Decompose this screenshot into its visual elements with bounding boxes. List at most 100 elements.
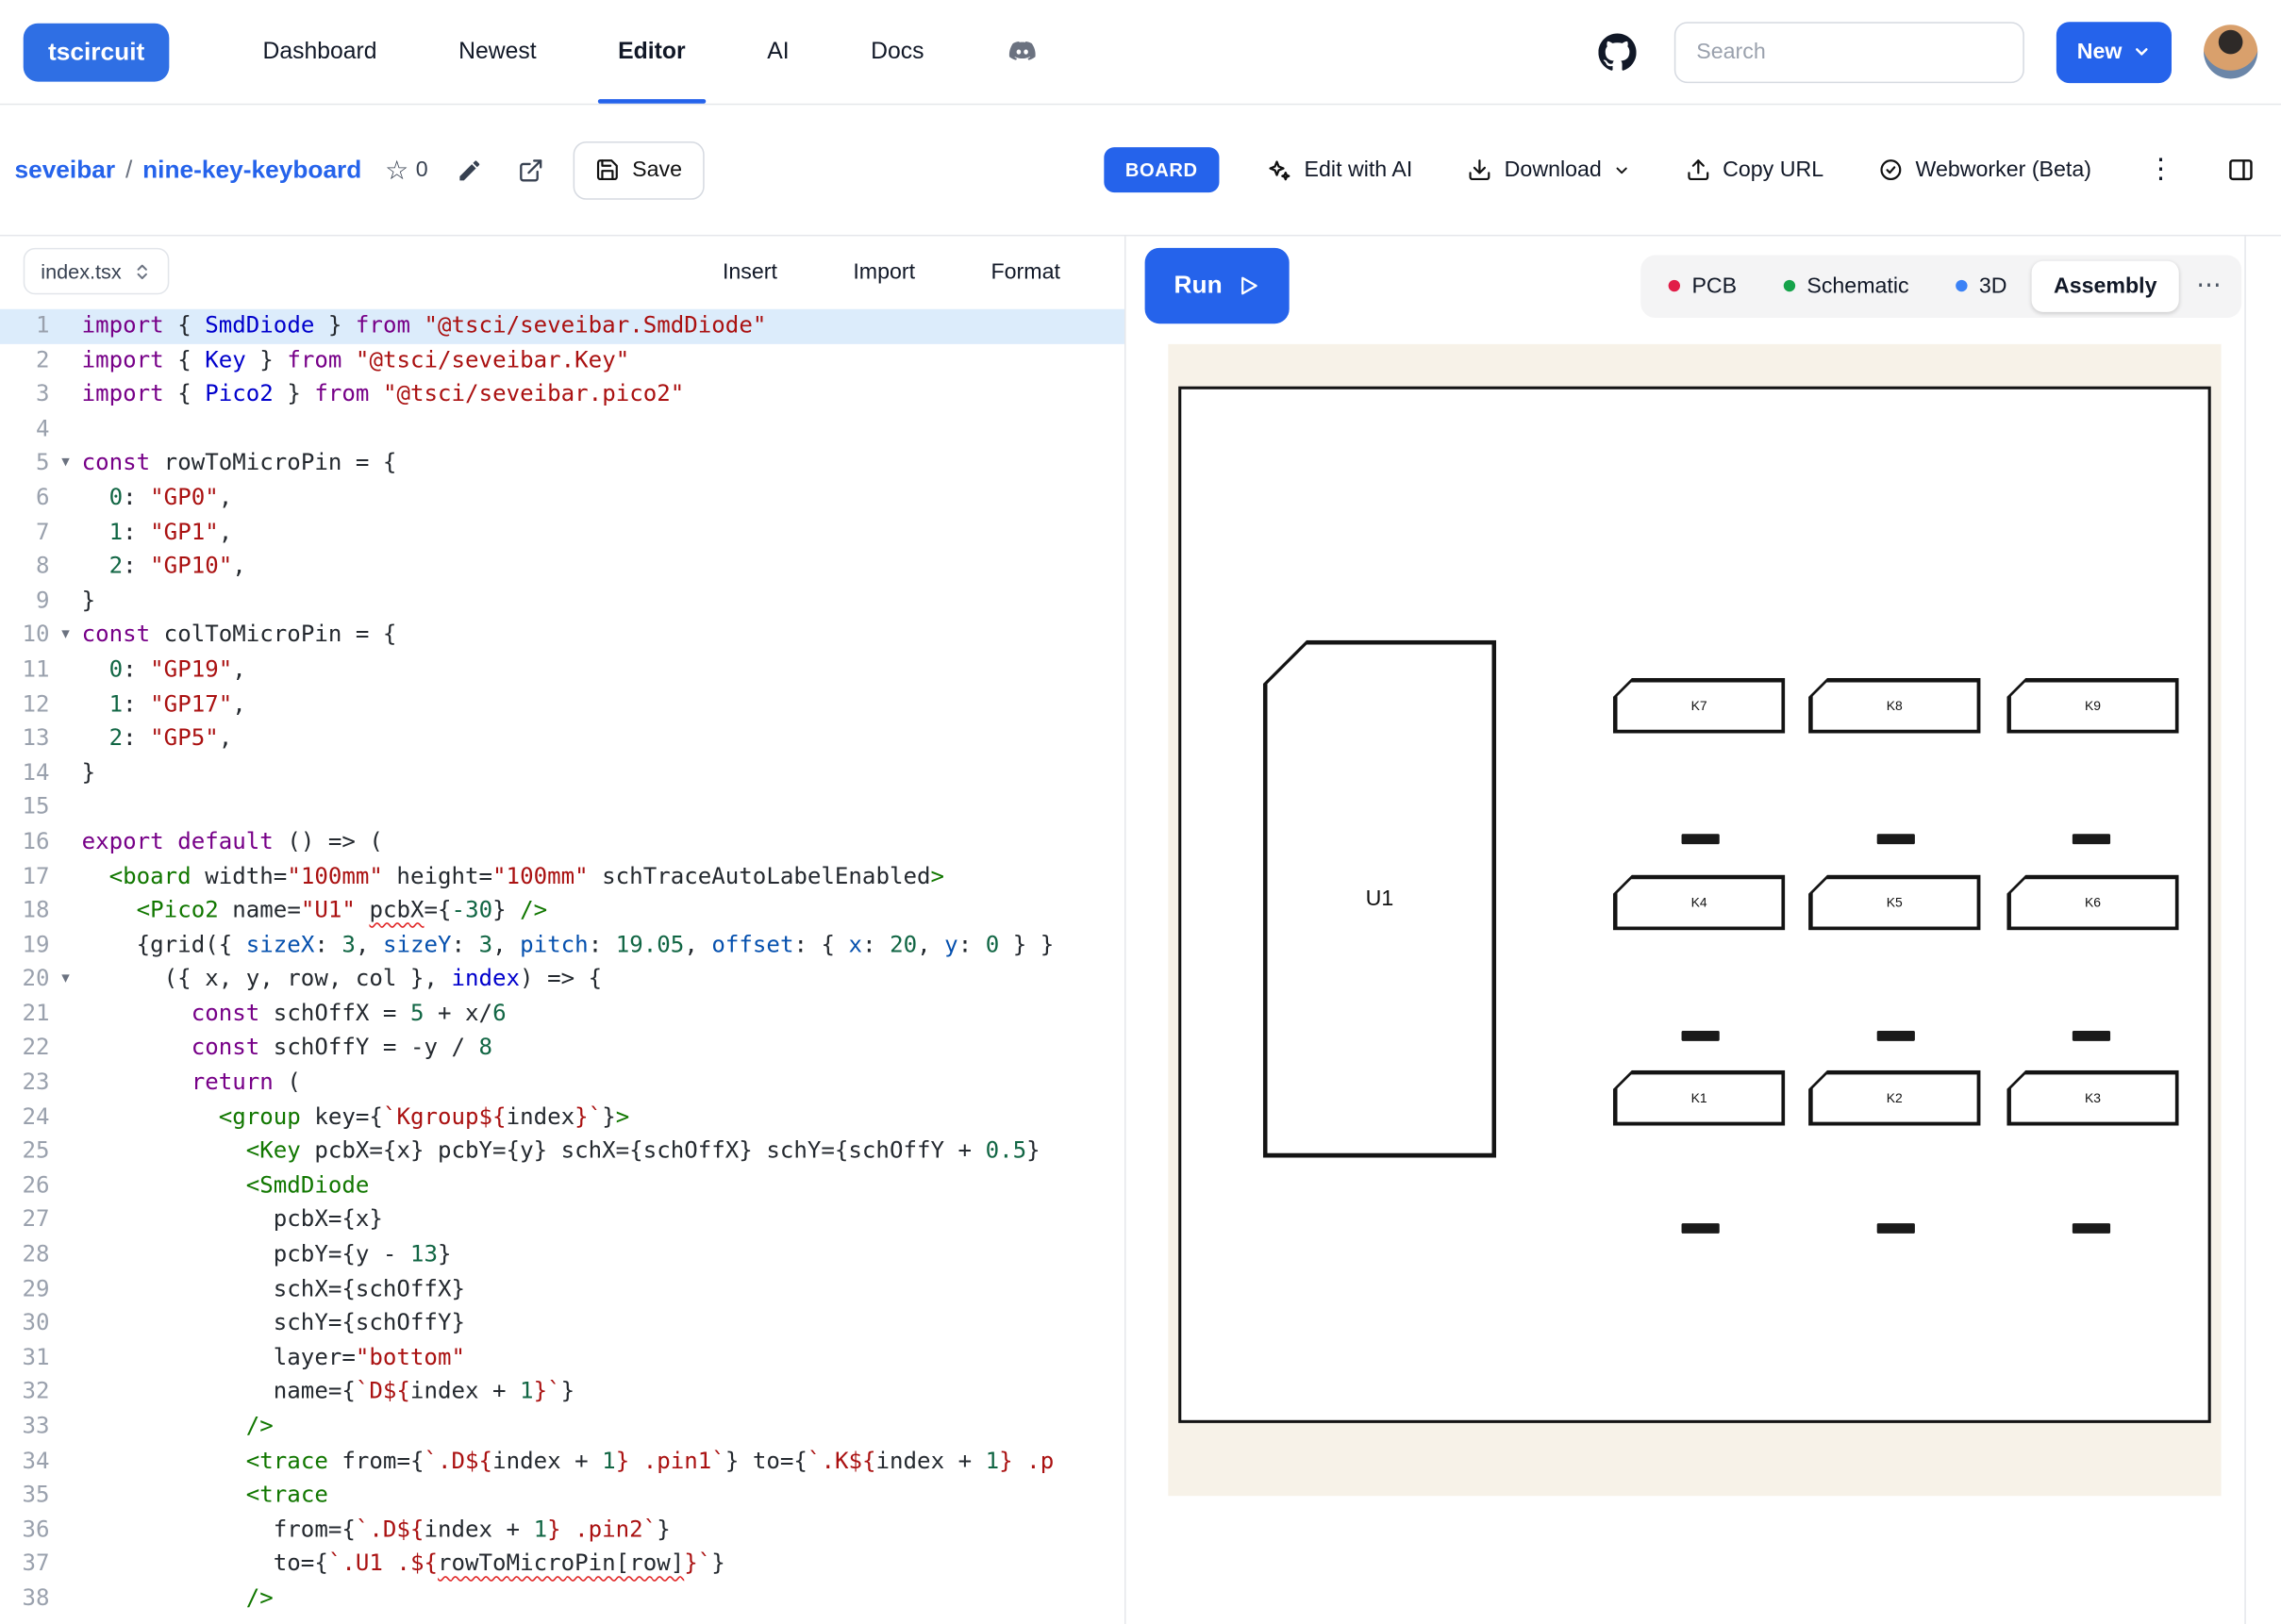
import-button[interactable]: Import — [844, 257, 924, 285]
fold-spacer — [50, 1238, 82, 1272]
code-line[interactable]: 3import { Pico2 } from "@tsci/seveibar.p… — [0, 378, 1124, 412]
panel-toggle-button[interactable] — [2222, 150, 2261, 190]
line-number: 25 — [0, 1135, 50, 1168]
discord-link[interactable] — [965, 0, 1079, 104]
code-line[interactable]: 6 0: "GP0", — [0, 481, 1124, 515]
breadcrumb-separator: / — [125, 156, 132, 185]
more-options-button[interactable]: ⋮ — [2138, 150, 2183, 190]
code-line[interactable]: 35 <trace — [0, 1479, 1124, 1513]
code-line[interactable]: 23 return ( — [0, 1066, 1124, 1100]
code-line[interactable]: 4 — [0, 412, 1124, 446]
download-button[interactable]: Download — [1459, 156, 1640, 183]
code-line[interactable]: 38 /> — [0, 1582, 1124, 1616]
copy-url-button[interactable]: Copy URL — [1677, 156, 1832, 183]
format-button[interactable]: Format — [982, 257, 1069, 285]
fold-toggle-icon[interactable]: ▾ — [50, 619, 82, 653]
code-lines[interactable]: 1import { SmdDiode } from "@tsci/seveiba… — [0, 307, 1124, 1624]
code-line[interactable]: 28 pcbY={y - 13} — [0, 1238, 1124, 1272]
rename-button[interactable] — [451, 151, 489, 189]
avatar[interactable] — [2204, 25, 2257, 78]
key-k7: K7 — [1613, 678, 1785, 734]
fold-spacer — [50, 1479, 82, 1513]
fold-spacer — [50, 997, 82, 1031]
code-line[interactable]: 27 pcbX={x} — [0, 1203, 1124, 1237]
code-text: <Pico2 name="U1" pcbX={-30} /> — [82, 894, 1124, 928]
code-line[interactable]: 8 2: "GP10", — [0, 550, 1124, 584]
edit-with-ai-button[interactable]: Edit with AI — [1257, 156, 1421, 185]
line-number: 36 — [0, 1513, 50, 1547]
nav-item-dashboard[interactable]: Dashboard — [222, 0, 418, 104]
nav-item-newest[interactable]: Newest — [418, 0, 577, 104]
line-number: 9 — [0, 585, 50, 619]
tab-schematic[interactable]: Schematic — [1761, 260, 1930, 311]
code-line[interactable]: 24 <group key={`Kgroup${index}`}> — [0, 1101, 1124, 1135]
key-k9: K9 — [2006, 678, 2178, 734]
insert-button[interactable]: Insert — [714, 257, 787, 285]
fold-spacer — [50, 309, 82, 343]
code-editor-pane: index.tsx Insert Import Format 1import {… — [0, 236, 1126, 1624]
breadcrumb-owner[interactable]: seveibar — [14, 156, 115, 185]
nav-item-docs[interactable]: Docs — [830, 0, 965, 104]
code-line[interactable]: 5▾const rowToMicroPin = { — [0, 447, 1124, 481]
code-line[interactable]: 36 from={`.D${index + 1} .pin2`} — [0, 1513, 1124, 1547]
code-line[interactable]: 2import { Key } from "@tsci/seveibar.Key… — [0, 343, 1124, 377]
fold-spacer — [50, 481, 82, 515]
code-line[interactable]: 13 2: "GP5", — [0, 721, 1124, 755]
key-label: K6 — [2085, 895, 2101, 909]
key-label: K7 — [1691, 699, 1707, 713]
tabs-more-button[interactable]: ⋯ — [2182, 272, 2236, 301]
nav-item-editor[interactable]: Editor — [577, 0, 726, 104]
3d-status-dot — [1956, 280, 1967, 291]
fold-toggle-icon[interactable]: ▾ — [50, 447, 82, 481]
code-line[interactable]: 7 1: "GP1", — [0, 516, 1124, 550]
code-line[interactable]: 12 1: "GP17", — [0, 688, 1124, 721]
code-line[interactable]: 10▾const colToMicroPin = { — [0, 619, 1124, 653]
run-button[interactable]: Run — [1145, 248, 1290, 323]
code-line[interactable]: 30 schY={schOffY} — [0, 1307, 1124, 1341]
code-line[interactable]: 33 /> — [0, 1410, 1124, 1444]
code-line[interactable]: 9} — [0, 585, 1124, 619]
code-line[interactable]: 32 name={`D${index + 1}`} — [0, 1376, 1124, 1410]
code-line[interactable]: 31 layer="bottom" — [0, 1341, 1124, 1375]
open-share-button[interactable] — [512, 151, 550, 189]
assembly-canvas[interactable]: U1 K7K8K9K4K5K6K1K2K3 — [1168, 344, 2221, 1496]
right-panel-strip[interactable] — [2244, 236, 2281, 1624]
code-line[interactable]: 34 <trace from={`.D${index + 1} .pin1`} … — [0, 1444, 1124, 1478]
line-number: 26 — [0, 1169, 50, 1203]
code-text: const schOffX = 5 + x/6 — [82, 997, 1124, 1031]
breadcrumb-project[interactable]: nine-key-keyboard — [142, 156, 361, 185]
github-icon[interactable] — [1592, 27, 1642, 77]
search-input[interactable] — [1674, 21, 2024, 82]
code-text: const rowToMicroPin = { — [82, 447, 1124, 481]
code-line[interactable]: 26 <SmdDiode — [0, 1169, 1124, 1203]
board-pill-button[interactable]: BOARD — [1104, 147, 1220, 192]
tab-3d[interactable]: 3D — [1934, 260, 2029, 311]
code-line[interactable]: 11 0: "GP19", — [0, 654, 1124, 688]
code-line[interactable]: 25 <Key pcbX={x} pcbY={y} schX={schOffX}… — [0, 1135, 1124, 1168]
file-selector[interactable]: index.tsx — [24, 248, 170, 294]
star-button[interactable]: ☆ 0 — [385, 157, 428, 183]
webworker-toggle[interactable]: Webworker (Beta) — [1871, 156, 2101, 183]
nav-item-ai[interactable]: AI — [726, 0, 830, 104]
tab-assembly[interactable]: Assembly — [2032, 260, 2179, 311]
code-line[interactable]: 22 const schOffY = -y / 8 — [0, 1032, 1124, 1066]
file-actions: ☆ 0 Save — [385, 141, 704, 199]
tab-pcb[interactable]: PCB — [1647, 260, 1759, 311]
code-line[interactable]: 18 <Pico2 name="U1" pcbX={-30} /> — [0, 894, 1124, 928]
key-k1: K1 — [1613, 1070, 1785, 1126]
code-line[interactable]: 37 to={`.U1 .${rowToMicroPin[row]}`} — [0, 1548, 1124, 1582]
code-line[interactable]: 21 const schOffX = 5 + x/6 — [0, 997, 1124, 1031]
code-text: import { SmdDiode } from "@tsci/seveibar… — [82, 309, 1124, 343]
code-line[interactable]: 17 <board width="100mm" height="100mm" s… — [0, 859, 1124, 893]
code-line[interactable]: 14} — [0, 756, 1124, 790]
fold-toggle-icon[interactable]: ▾ — [50, 963, 82, 997]
save-button[interactable]: Save — [574, 141, 704, 199]
code-line[interactable]: 16export default () => ( — [0, 825, 1124, 859]
code-line[interactable]: 19 {grid({ sizeX: 3, sizeY: 3, pitch: 19… — [0, 928, 1124, 962]
code-line[interactable]: 1import { SmdDiode } from "@tsci/seveiba… — [0, 309, 1124, 343]
code-line[interactable]: 20▾ ({ x, y, row, col }, index) => { — [0, 963, 1124, 997]
code-line[interactable]: 15 — [0, 790, 1124, 824]
tscircuit-logo[interactable]: tscircuit — [24, 23, 170, 81]
new-button[interactable]: New — [2056, 21, 2172, 82]
code-line[interactable]: 29 schX={schOffX} — [0, 1272, 1124, 1306]
